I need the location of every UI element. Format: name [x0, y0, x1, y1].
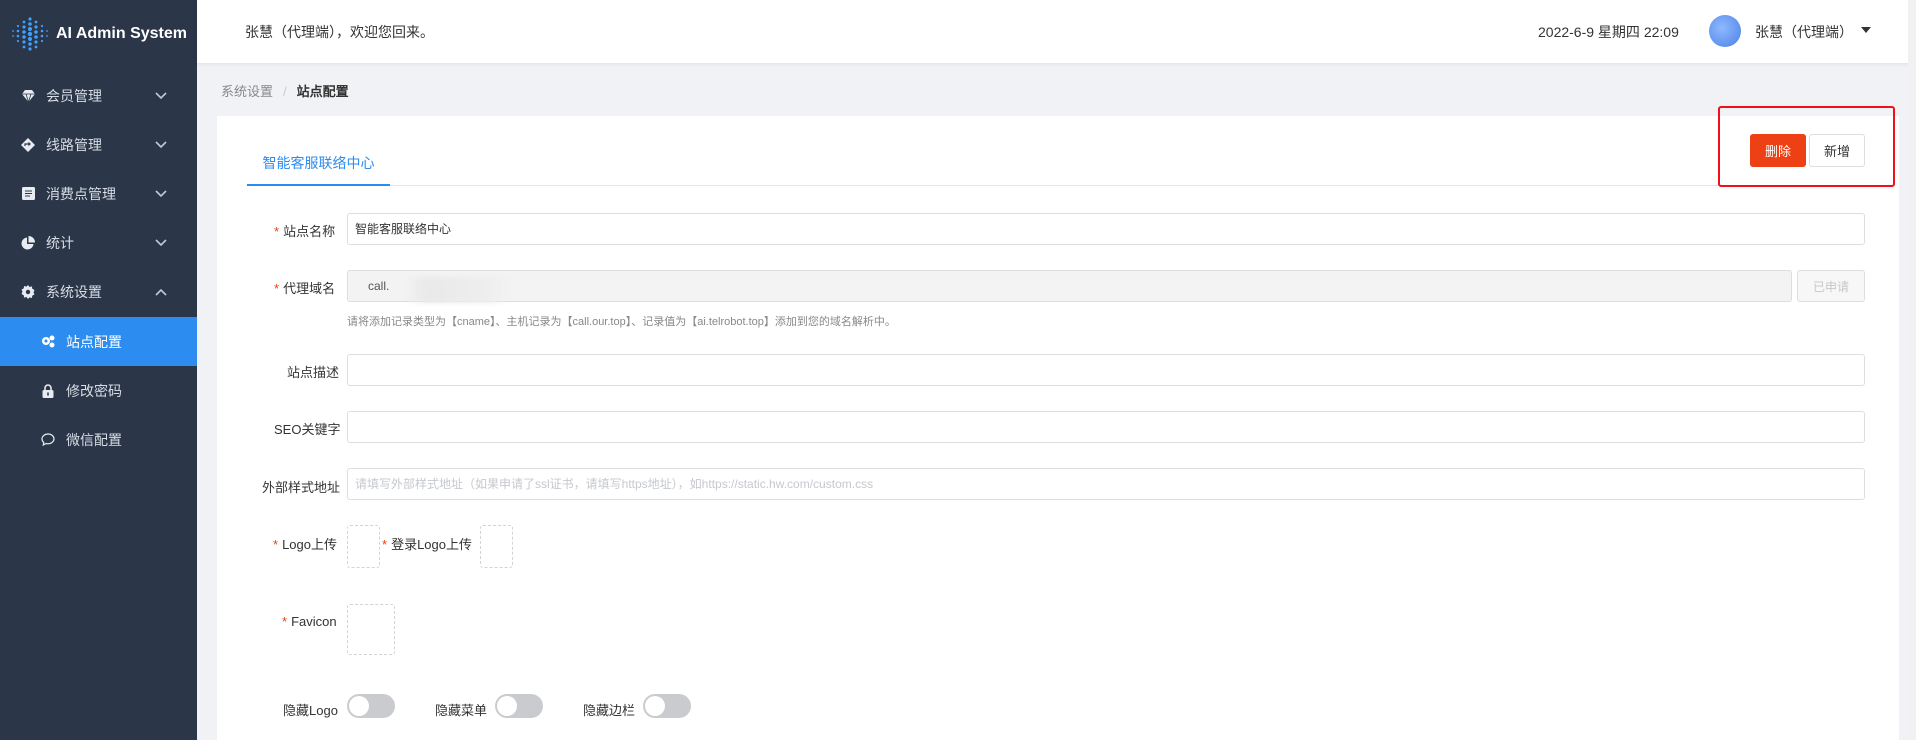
seo-keywords-input[interactable]: [347, 411, 1865, 443]
logo-upload-label: * Logo上传: [273, 537, 337, 552]
highlight-box: [1718, 106, 1895, 187]
site-config-icon: [40, 334, 56, 350]
site-name-input[interactable]: 智能客服联络中心: [347, 213, 1865, 245]
sidebar-item-label: 统计: [46, 234, 74, 251]
sidebar-item-site-config[interactable]: 站点配置: [0, 317, 197, 366]
site-desc-input[interactable]: [347, 354, 1865, 386]
gear-icon: [20, 284, 36, 300]
wallet-icon: [20, 186, 36, 202]
required-mark: *: [274, 224, 280, 239]
required-mark: *: [282, 614, 288, 629]
diamond-icon: [20, 88, 36, 104]
site-name-label: * 站点名称: [274, 224, 336, 239]
chevron-up-icon: [155, 288, 169, 296]
required-mark: *: [273, 537, 279, 552]
caret-down-icon[interactable]: [1861, 27, 1871, 33]
current-datetime: 2022-6-9 星期四 22:09: [1538, 24, 1679, 40]
logo-dots-icon: [12, 17, 48, 51]
sidebar-item-wechat-config[interactable]: 微信配置: [0, 415, 197, 464]
sidebar-item-label: 微信配置: [66, 431, 122, 448]
hide-menu-toggle[interactable]: [495, 694, 543, 718]
app-title: AI Admin System: [56, 25, 187, 42]
hide-logo-label: 隐藏Logo: [283, 703, 338, 718]
welcome-message: 张慧（代理端），欢迎您回来。: [245, 24, 434, 40]
sidebar-item-label: 线路管理: [46, 136, 102, 153]
sidebar-item-consumption[interactable]: 消费点管理: [0, 169, 197, 218]
pie-chart-icon: [20, 235, 36, 251]
domain-hint: 请将添加记录类型为【cname】、主机记录为【call.our.top】、记录值…: [347, 316, 896, 328]
hide-sidebar-label: 隐藏边栏: [583, 703, 636, 718]
domain-input[interactable]: call.: [347, 270, 1792, 302]
breadcrumb: 系统设置 / 站点配置: [221, 81, 349, 100]
hide-logo-toggle[interactable]: [347, 694, 395, 718]
sidebar: AI Admin System 会员管理 线路管理 消费点管理 统计 系统设置 …: [0, 0, 197, 740]
external-css-label: 外部样式地址: [262, 480, 341, 495]
favicon-label: * Favicon: [282, 614, 337, 629]
domain-applied-button[interactable]: 已申请: [1797, 270, 1865, 302]
chevron-down-icon: [155, 238, 169, 247]
logo-upload-box[interactable]: [347, 525, 380, 568]
required-mark: *: [274, 281, 280, 296]
sidebar-item-settings[interactable]: 系统设置: [0, 267, 197, 316]
sidebar-item-label: 系统设置: [46, 283, 102, 300]
domain-label: * 代理域名: [274, 281, 336, 296]
hide-menu-label: 隐藏菜单: [435, 703, 488, 718]
external-css-input[interactable]: 请填写外部样式地址（如果申请了ssl证书，请填写https地址），如https:…: [347, 468, 1865, 500]
chevron-down-icon: [155, 140, 169, 149]
tab-contact-center[interactable]: 智能客服联络中心: [247, 144, 390, 186]
scrollbar[interactable]: [1908, 0, 1916, 740]
breadcrumb-current: 站点配置: [296, 84, 349, 99]
chat-icon: [40, 432, 56, 448]
chevron-down-icon: [155, 91, 169, 100]
tab-bar: 智能客服联络中心: [247, 144, 1865, 186]
sidebar-item-statistics[interactable]: 统计: [0, 218, 197, 267]
username[interactable]: 张慧（代理端）: [1755, 22, 1853, 42]
redacted-domain: [405, 277, 510, 303]
login-logo-upload-box[interactable]: [480, 525, 513, 568]
required-mark: *: [382, 537, 388, 552]
sidebar-item-member[interactable]: 会员管理: [0, 71, 197, 120]
login-logo-upload-label: * 登录Logo上传: [382, 537, 472, 552]
sidebar-item-label: 站点配置: [66, 333, 122, 350]
app-logo[interactable]: AI Admin System: [0, 0, 197, 68]
sidebar-item-route[interactable]: 线路管理: [0, 120, 197, 169]
sidebar-item-label: 消费点管理: [46, 185, 116, 202]
hide-sidebar-toggle[interactable]: [643, 694, 691, 718]
favicon-upload-box[interactable]: [347, 604, 395, 655]
avatar[interactable]: [1709, 15, 1741, 47]
sidebar-item-change-password[interactable]: 修改密码: [0, 366, 197, 415]
seo-keywords-label: SEO关键字: [274, 422, 341, 437]
header: 张慧（代理端），欢迎您回来。 2022-6-9 星期四 22:09 张慧（代理端…: [197, 0, 1916, 63]
breadcrumb-separator: /: [283, 84, 287, 99]
lock-icon: [40, 383, 56, 399]
sidebar-item-label: 修改密码: [66, 382, 122, 399]
site-desc-label: 站点描述: [287, 365, 340, 380]
sidebar-item-label: 会员管理: [46, 87, 102, 104]
breadcrumb-parent[interactable]: 系统设置: [221, 84, 273, 99]
chevron-down-icon: [155, 189, 169, 198]
new-button[interactable]: 新增: [1809, 134, 1865, 167]
route-icon: [20, 137, 36, 153]
delete-button[interactable]: 删除: [1750, 134, 1806, 167]
